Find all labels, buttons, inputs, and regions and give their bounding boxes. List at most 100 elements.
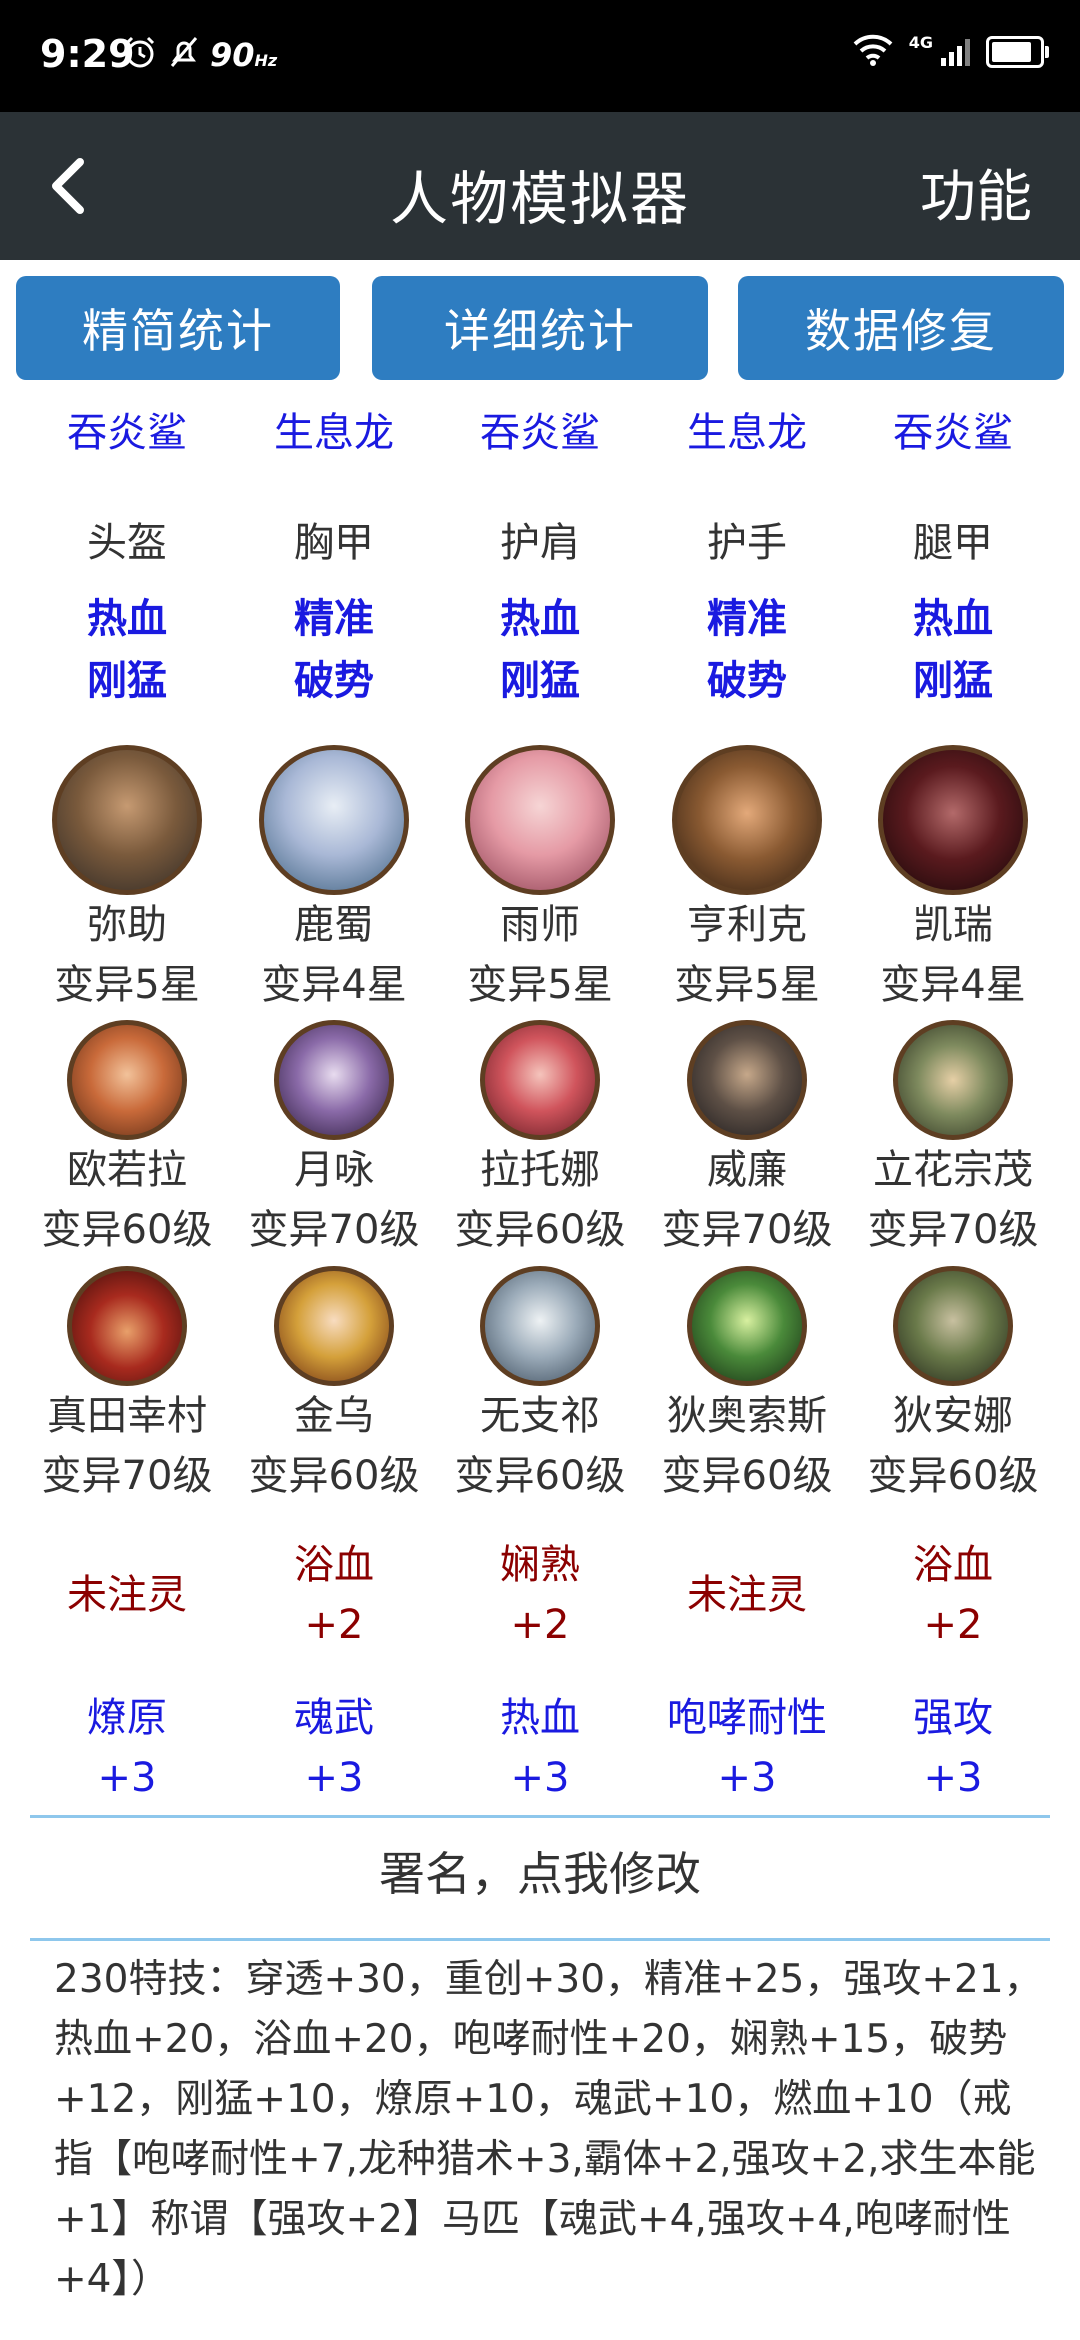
- refresh-rate: 90Hz: [210, 36, 278, 74]
- hero-level: 变异60级: [661, 1453, 833, 1499]
- hero-level: 变异4星: [880, 962, 1026, 1008]
- battery-icon: [986, 36, 1049, 68]
- equipment-attributes[interactable]: 热血 刚猛: [850, 588, 1056, 712]
- hero-card[interactable]: 雨师 变异5星: [437, 745, 643, 1015]
- hero-level: 变异70级: [41, 1453, 213, 1499]
- hero-avatar: [893, 1266, 1013, 1386]
- hero-avatar: [480, 1020, 600, 1140]
- hero-name: 真田幸村: [47, 1393, 207, 1439]
- mute-icon: [166, 34, 202, 79]
- network-type: 4G: [908, 32, 933, 52]
- hero-card[interactable]: 弥助 变异5星: [24, 745, 230, 1015]
- status-time: 9:29: [40, 32, 135, 76]
- wifi-icon: [853, 34, 893, 70]
- divider: [30, 1815, 1050, 1818]
- skill-item[interactable]: 魂武 +3: [231, 1688, 437, 1808]
- soul-item[interactable]: 未注灵: [24, 1565, 230, 1625]
- equipment-slot: 头盔: [87, 520, 167, 566]
- hero-level: 变异70级: [661, 1207, 833, 1253]
- hero-card[interactable]: 立花宗茂 变异70级: [850, 1020, 1056, 1260]
- hero-name: 凯瑞: [913, 902, 993, 948]
- hero-level: 变异60级: [41, 1207, 213, 1253]
- hero-avatar: [67, 1266, 187, 1386]
- equipment-attributes[interactable]: 精准 破势: [231, 588, 437, 712]
- hero-avatar: [274, 1266, 394, 1386]
- hero-level: 变异70级: [867, 1207, 1039, 1253]
- equipment-pet[interactable]: 吞炎鲨: [24, 400, 230, 458]
- hero-avatar: [259, 745, 409, 895]
- hero-avatar: [480, 1266, 600, 1386]
- hero-name: 立花宗茂: [873, 1147, 1033, 1193]
- skill-item[interactable]: 热血 +3: [437, 1688, 643, 1808]
- hero-level: 变异5星: [467, 962, 613, 1008]
- skill-item[interactable]: 强攻 +3: [850, 1688, 1056, 1808]
- hero-avatar: [465, 745, 615, 895]
- detail-stats-button[interactable]: 详细统计: [372, 276, 708, 380]
- hero-card[interactable]: 无支祁 变异60级: [437, 1266, 643, 1506]
- divider: [30, 1938, 1050, 1941]
- hero-card[interactable]: 威廉 变异70级: [644, 1020, 850, 1260]
- hero-card[interactable]: 亨利克 变异5星: [644, 745, 850, 1015]
- equipment-pet[interactable]: 生息龙: [644, 400, 850, 458]
- equipment-slot: 胸甲: [294, 520, 374, 566]
- hero-name: 欧若拉: [67, 1147, 187, 1193]
- hero-level: 变异60级: [454, 1207, 626, 1253]
- hero-card[interactable]: 真田幸村 变异70级: [24, 1266, 230, 1506]
- simple-stats-button[interactable]: 精简统计: [16, 276, 340, 380]
- hero-name: 拉托娜: [480, 1147, 600, 1193]
- hero-card[interactable]: 狄奥索斯 变异60级: [644, 1266, 850, 1506]
- hero-level: 变异5星: [54, 962, 200, 1008]
- hero-card[interactable]: 狄安娜 变异60级: [850, 1266, 1056, 1506]
- stats-button-row: 精简统计 详细统计 数据修复: [0, 276, 1080, 380]
- hero-card[interactable]: 月咏 变异70级: [231, 1020, 437, 1260]
- hero-name: 雨师: [500, 902, 580, 948]
- hero-card[interactable]: 欧若拉 变异60级: [24, 1020, 230, 1260]
- soul-item[interactable]: 浴血 +2: [850, 1535, 1056, 1655]
- equipment-slot: 护手: [707, 520, 787, 566]
- signal-icon: [941, 38, 970, 66]
- hero-name: 无支祁: [480, 1393, 600, 1439]
- hero-level: 变异70级: [248, 1207, 420, 1253]
- soul-item[interactable]: 浴血 +2: [231, 1535, 437, 1655]
- hero-level: 变异4星: [261, 962, 407, 1008]
- hero-avatar: [687, 1020, 807, 1140]
- hero-name: 弥助: [87, 902, 167, 948]
- hero-name: 狄安娜: [893, 1393, 1013, 1439]
- soul-item[interactable]: 未注灵: [644, 1565, 850, 1625]
- equipment-pet[interactable]: 吞炎鲨: [437, 400, 643, 458]
- hero-level: 变异60级: [454, 1453, 626, 1499]
- skill-item[interactable]: 燎原 +3: [24, 1688, 230, 1808]
- hero-card[interactable]: 凯瑞 变异4星: [850, 745, 1056, 1015]
- equipment-attributes[interactable]: 热血 刚猛: [437, 588, 643, 712]
- soul-item[interactable]: 娴熟 +2: [437, 1535, 643, 1655]
- equipment-attributes[interactable]: 热血 刚猛: [24, 588, 230, 712]
- hero-name: 威廉: [707, 1147, 787, 1193]
- hero-avatar: [672, 745, 822, 895]
- hero-name: 狄奥索斯: [667, 1393, 827, 1439]
- hero-name: 月咏: [294, 1147, 374, 1193]
- hero-level: 变异60级: [248, 1453, 420, 1499]
- hero-level: 变异60级: [867, 1453, 1039, 1499]
- hero-card[interactable]: 鹿蜀 变异4星: [231, 745, 437, 1015]
- alarm-icon: [122, 34, 158, 79]
- equipment-slot: 腿甲: [913, 520, 993, 566]
- function-menu-button[interactable]: 功能: [920, 152, 1032, 233]
- status-bar: 9:29 90Hz 4G: [0, 0, 1080, 112]
- hero-card[interactable]: 拉托娜 变异60级: [437, 1020, 643, 1260]
- equipment-attributes[interactable]: 精准 破势: [644, 588, 850, 712]
- hero-avatar: [67, 1020, 187, 1140]
- hero-avatar: [687, 1266, 807, 1386]
- equipment-pet[interactable]: 吞炎鲨: [850, 400, 1056, 458]
- skill-summary-text: 230特技：穿透+30，重创+30，精准+25，强攻+21，热血+20，浴血+2…: [54, 1957, 1043, 2302]
- equipment-slot: 护肩: [500, 520, 580, 566]
- signature-button[interactable]: 署名，点我修改: [0, 1838, 1080, 1904]
- equipment-pet[interactable]: 生息龙: [231, 400, 437, 458]
- hero-avatar: [893, 1020, 1013, 1140]
- hero-card[interactable]: 金乌 变异60级: [231, 1266, 437, 1506]
- hero-avatar: [274, 1020, 394, 1140]
- hero-name: 金乌: [294, 1393, 374, 1439]
- skill-item[interactable]: 咆哮耐性 +3: [624, 1688, 870, 1808]
- hero-name: 亨利克: [687, 902, 807, 948]
- data-repair-button[interactable]: 数据修复: [738, 276, 1064, 380]
- hero-avatar: [52, 745, 202, 895]
